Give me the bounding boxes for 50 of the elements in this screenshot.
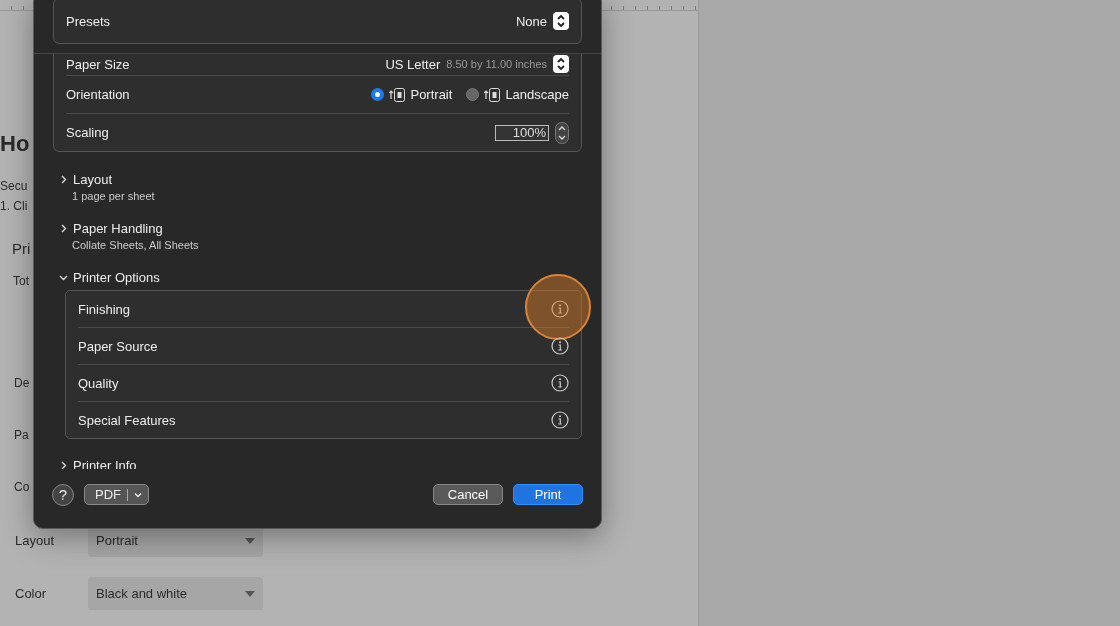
field-label: Color: [14, 586, 48, 601]
caret-icon: [245, 590, 255, 597]
paper-size-detail: 8.50 by 11.00 inches: [446, 58, 547, 70]
cancel-button[interactable]: Cancel: [433, 484, 503, 505]
document-heading: Ho: [0, 130, 30, 158]
updown-icon[interactable]: [553, 12, 569, 30]
info-icon[interactable]: [551, 337, 569, 355]
option-label[interactable]: Special Features: [78, 412, 176, 428]
setting-label: Paper Size: [66, 56, 130, 72]
option-label[interactable]: Quality: [78, 375, 119, 391]
print-button[interactable]: Print: [513, 484, 583, 505]
option-label: Portrait: [410, 87, 453, 102]
pdf-menu-button[interactable]: PDF: [84, 484, 149, 505]
setting-label: Scaling: [66, 125, 109, 140]
document-text: 1. Cli: [0, 198, 28, 215]
info-icon[interactable]: [551, 374, 569, 392]
presets-value[interactable]: None: [515, 13, 547, 29]
page-orientation-icon: [484, 86, 501, 103]
help-button[interactable]: ?: [52, 483, 74, 506]
dropdown[interactable]: Black and white: [88, 577, 263, 610]
option-label[interactable]: Finishing: [78, 301, 131, 317]
document-text: Secu: [0, 178, 28, 195]
section-summary: 1 page per sheet: [71, 190, 156, 202]
chevron-right-icon[interactable]: [59, 175, 68, 184]
field-label: Layout: [14, 533, 56, 548]
info-icon[interactable]: [551, 411, 569, 429]
field-label: De: [14, 375, 30, 392]
section-title[interactable]: Paper Handling: [73, 220, 163, 237]
scaling-input[interactable]: 100%: [495, 124, 549, 141]
paper-size-value[interactable]: US Letter: [385, 56, 441, 72]
option-label[interactable]: Paper Source: [78, 338, 158, 354]
section-note: Tot: [13, 273, 29, 290]
caret-icon: [245, 537, 255, 544]
chevron-down-icon: [134, 491, 142, 498]
chevron-down-icon[interactable]: [59, 273, 68, 282]
section-summary: Collate Sheets, All Sheets: [71, 239, 200, 251]
field-label: Pa: [14, 427, 29, 444]
option-label: Landscape: [505, 87, 569, 102]
section-title[interactable]: Printer Options: [73, 269, 160, 286]
presets-label: Presets: [66, 13, 111, 29]
chevron-right-icon[interactable]: [59, 224, 68, 233]
section-heading: Pri: [12, 239, 31, 259]
radio-button[interactable]: [466, 88, 480, 101]
updown-icon[interactable]: [553, 55, 569, 73]
field-label: Co: [14, 479, 30, 496]
stepper-icon[interactable]: [555, 121, 569, 144]
radio-button[interactable]: [371, 88, 385, 101]
page-orientation-icon: [389, 86, 406, 103]
setting-label: Orientation: [66, 87, 130, 102]
section-title[interactable]: Layout: [73, 171, 113, 188]
